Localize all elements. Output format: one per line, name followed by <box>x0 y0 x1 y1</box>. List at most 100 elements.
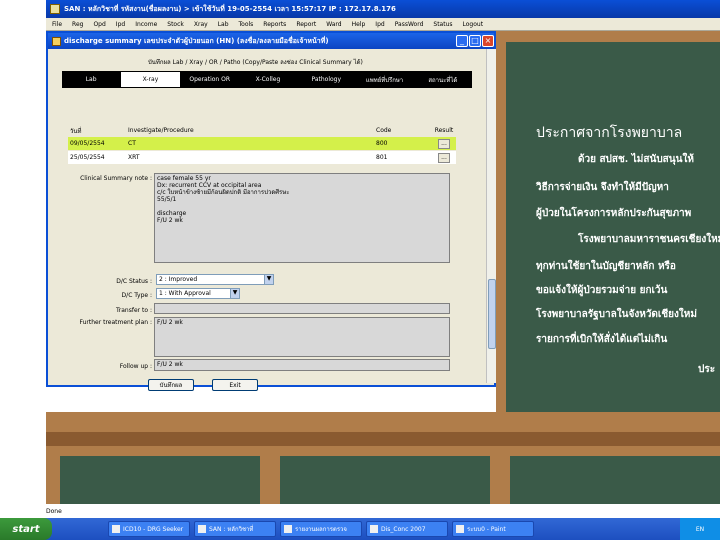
menu-item-status[interactable]: Status <box>433 21 452 28</box>
dc-status-select[interactable]: 2 : Improved ▼ <box>156 274 274 285</box>
row-code: 800 <box>376 140 388 147</box>
col-result: Result <box>434 127 454 134</box>
tab-pathology[interactable]: Pathology <box>297 71 355 88</box>
dialog-content: บันทึกผล Lab / Xray / OR / Patho (Copy/P… <box>48 49 486 391</box>
taskbar-item[interactable]: รายงานผลการตรวจ <box>280 521 362 537</box>
desktop-left-strip <box>0 0 46 518</box>
chevron-down-icon[interactable]: ▼ <box>264 275 273 284</box>
row-date: 09/05/2554 <box>70 140 105 147</box>
tab-operation-or[interactable]: Operation OR <box>181 71 239 88</box>
menu-item-ipd[interactable]: Ipd <box>116 21 125 28</box>
chalkboard <box>506 42 720 412</box>
menu-item-opd[interactable]: Opd <box>93 21 105 28</box>
close-icon[interactable]: × <box>482 35 494 47</box>
save-button[interactable]: บันทึกผล <box>148 379 194 391</box>
menu-item-help[interactable]: Help <box>352 21 366 28</box>
board-line: วิธีการจ่ายเงิน จึงทำให้มีปัญหา <box>536 182 669 193</box>
taskbar-item-label: Dis_Conc 2007 <box>381 525 426 533</box>
menu-item-ipd2[interactable]: Ipd <box>375 21 384 28</box>
dc-type-select[interactable]: 1 : With Approval ▼ <box>156 288 240 299</box>
system-tray[interactable]: EN <box>680 518 720 540</box>
dc-type-label: D/C Type : <box>121 292 152 299</box>
result-tabs: Lab X-ray Operation OR X-Colleg Patholog… <box>62 71 472 88</box>
tab-consult[interactable]: แพทย์ที่ปรึกษา <box>355 71 413 88</box>
dialog-icon <box>52 36 61 46</box>
app-icon <box>50 4 60 14</box>
taskbar-item[interactable]: ระบบ0 - Paint <box>452 521 534 537</box>
col-investigate: Investigate/Procedure <box>128 127 194 134</box>
scrollbar-thumb[interactable] <box>488 279 496 349</box>
clinical-summary-field[interactable]: case female 55 yr Dx: recurrent CCV at o… <box>154 173 450 263</box>
menu-item-lab[interactable]: Lab <box>218 21 229 28</box>
status-text: Done <box>46 507 62 515</box>
taskbar-item[interactable]: SAN : หลักวิชาที่ <box>194 521 276 537</box>
menu-item-tools[interactable]: Tools <box>239 21 254 28</box>
row-code: 801 <box>376 154 388 161</box>
menu-item-password[interactable]: PassWord <box>395 21 424 28</box>
taskbar-item-label: ระบบ0 - Paint <box>467 526 506 533</box>
start-label: start <box>12 523 40 535</box>
chalkboard-panel <box>510 456 720 510</box>
app-menubar: File Reg Opd Ipd Income Stock Xray Lab T… <box>46 18 720 31</box>
board-line: ผู้ป่วยในโครงการหลักประกันสุขภาพ <box>536 208 692 219</box>
chevron-down-icon[interactable]: ▼ <box>230 289 239 298</box>
tab-xray[interactable]: X-ray <box>120 71 181 88</box>
app-icon <box>370 525 378 533</box>
maximize-icon[interactable]: □ <box>469 35 481 47</box>
board-line: ประกาศจากโรงพยาบาล <box>536 125 683 141</box>
table-row[interactable]: 25/05/2554 XRT 801 ... <box>68 151 456 164</box>
follow-up-field[interactable]: F/U 2 wk <box>154 359 450 371</box>
board-line: โรงพยาบาลรัฐบาลในจังหวัดเชียงใหม่ <box>536 309 697 320</box>
tab-status[interactable]: สถานะที่ได้ <box>414 71 472 88</box>
result-button[interactable]: ... <box>438 152 450 163</box>
status-bar: Done <box>0 504 720 518</box>
dialog-titlebar[interactable]: discharge summary เลขประจำตัวผู้ป่วยนอก … <box>48 33 494 49</box>
row-investigate: XRT <box>128 154 140 161</box>
col-code: Code <box>376 127 392 134</box>
menu-item-reports[interactable]: Reports <box>263 21 286 28</box>
further-treatment-field[interactable]: F/U 2 wk <box>154 317 450 357</box>
taskbar-item-label: ICD10 - DRG Seeker <box>123 525 184 533</box>
menu-item-xray[interactable]: Xray <box>194 21 208 28</box>
row-date: 25/05/2554 <box>70 154 105 161</box>
dialog-title: discharge summary เลขประจำตัวผู้ป่วยนอก … <box>64 36 329 45</box>
taskbar-item-label: รายงานผลการตรวจ <box>295 526 347 533</box>
taskbar-item-label: SAN : หลักวิชาที่ <box>209 526 254 533</box>
board-line: ด้วย สปสช. ไม่สนับสนุนให้ <box>578 154 694 165</box>
taskbar-item[interactable]: Dis_Conc 2007 <box>366 521 448 537</box>
result-button[interactable]: ... <box>438 138 450 149</box>
menu-item-report[interactable]: Report <box>296 21 316 28</box>
taskbar: start ICD10 - DRG Seeker SAN : หลักวิชาท… <box>0 518 720 540</box>
exit-button[interactable]: Exit <box>212 379 258 391</box>
app-icon <box>198 525 206 533</box>
menu-item-logout[interactable]: Logout <box>463 21 484 28</box>
chalkboard-panel <box>280 456 490 510</box>
menu-item-ward[interactable]: Ward <box>326 21 341 28</box>
menu-item-file[interactable]: File <box>52 21 62 28</box>
app-icon <box>112 525 120 533</box>
menu-item-reg[interactable]: Reg <box>72 21 83 28</box>
taskbar-item[interactable]: ICD10 - DRG Seeker <box>108 521 190 537</box>
clinical-summary-label: Clinical Summary note : <box>80 175 152 182</box>
app-titlebar[interactable]: SAN : หลักวิชาที่ รหัสงาน(ชื่อผลงาน) > เ… <box>46 0 720 18</box>
transfer-label: Transfer to : <box>116 307 152 314</box>
header-note: บันทึกผล Lab / Xray / OR / Patho (Copy/P… <box>148 59 363 66</box>
menu-item-income[interactable]: Income <box>135 21 157 28</box>
transfer-field[interactable] <box>154 303 450 314</box>
table-row[interactable]: 09/05/2554 CT 800 ... <box>68 137 456 150</box>
minimize-icon[interactable]: _ <box>456 35 468 47</box>
table-header: วันที่ Investigate/Procedure Code Result <box>68 125 456 136</box>
tab-xcolleg[interactable]: X-Colleg <box>239 71 297 88</box>
board-line: ประ <box>698 364 716 375</box>
vertical-scrollbar[interactable] <box>486 49 496 383</box>
board-line: โรงพยาบาลมหาราชนครเชียงใหม่ <box>578 234 720 245</box>
board-line: ทุกท่านใช้ยาในบัญชียาหลัก หรือ <box>536 261 676 272</box>
tab-lab[interactable]: Lab <box>62 71 120 88</box>
dc-status-value: 2 : Improved <box>159 276 198 283</box>
menu-item-stock[interactable]: Stock <box>167 21 184 28</box>
board-line: ขอแจ้งให้ผู้ป่วยรวมจ่าย ยกเว้น <box>536 285 668 296</box>
board-line: รายการที่เบิกให้สั่งได้แต่ไม่เกิน <box>536 334 668 345</box>
app-title: SAN : หลักวิชาที่ รหัสงาน(ชื่อผลงาน) > เ… <box>64 4 396 13</box>
xray-table: วันที่ Investigate/Procedure Code Result… <box>68 125 456 164</box>
start-button[interactable]: start <box>0 518 52 540</box>
